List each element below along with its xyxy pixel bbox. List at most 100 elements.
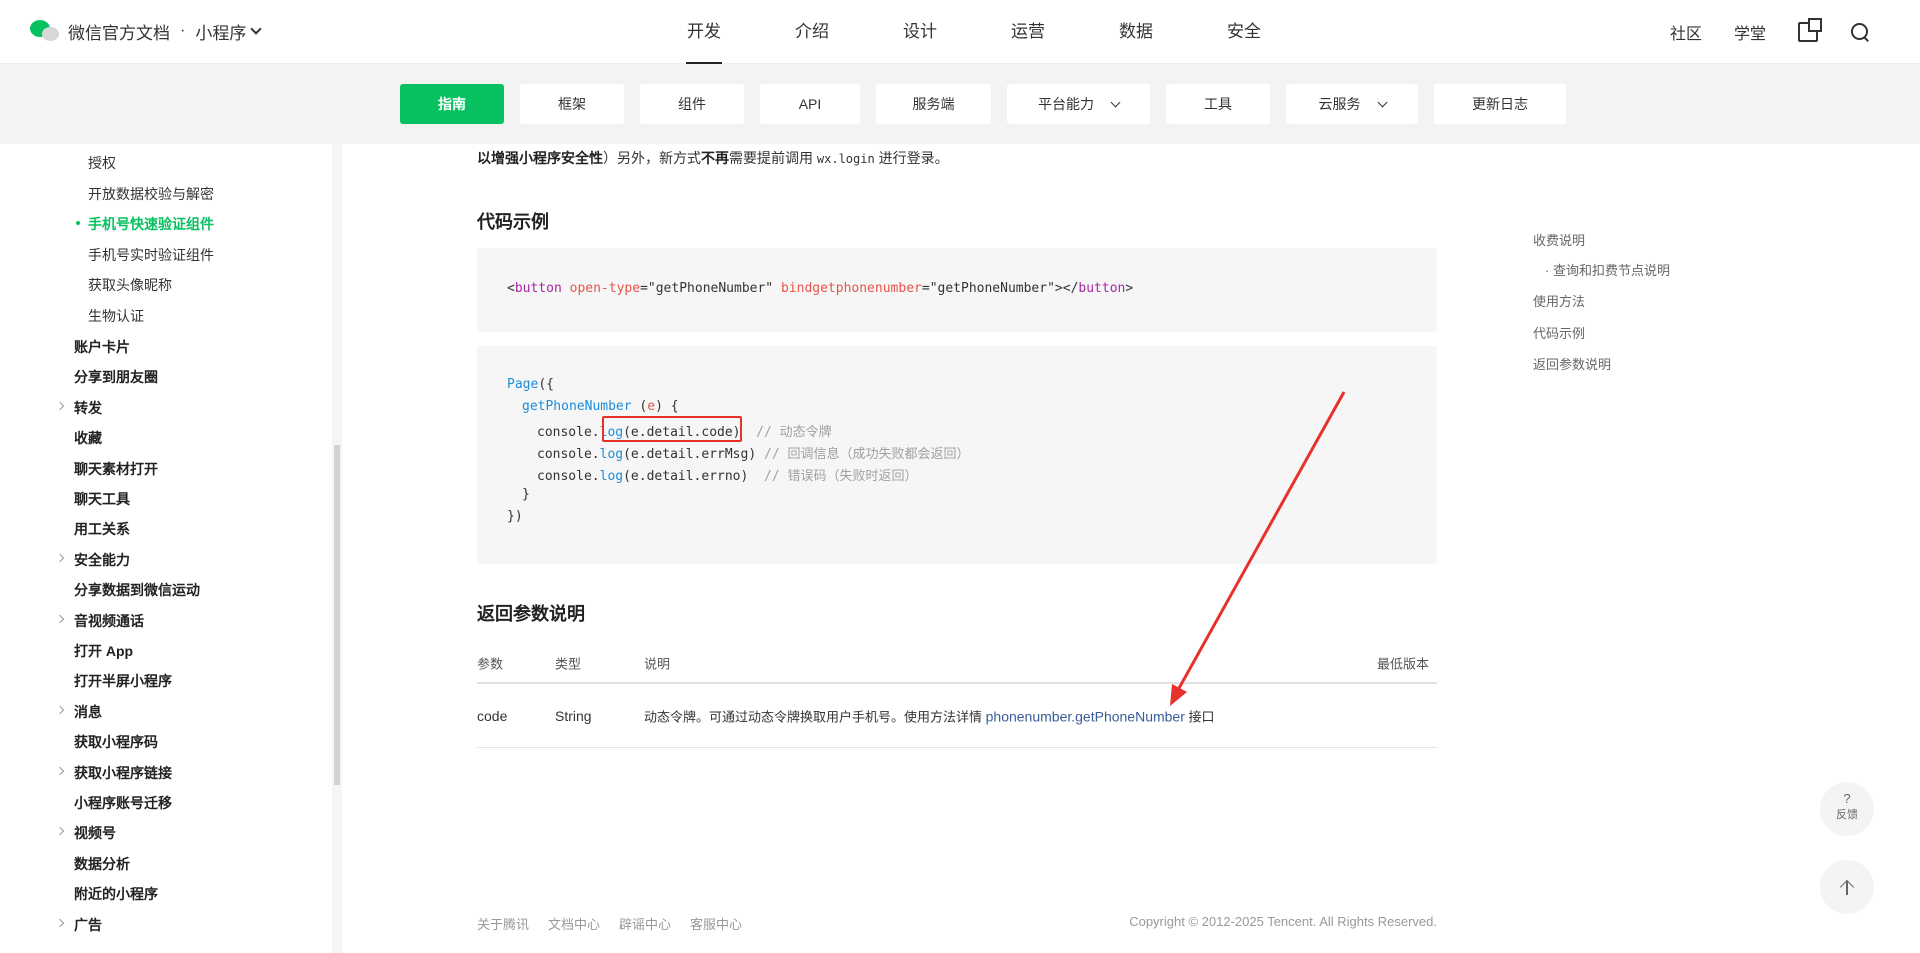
main-nav-item[interactable]: 安全 [1190,0,1298,64]
sub-tab[interactable]: 指南 [400,84,504,124]
sidebar: 授权开放数据校验与解密 手机号快速验证组件 手机号实时验证组件 获取头像昵称 生物认证账… [0,144,332,953]
toc-item[interactable]: 返回参数说明 [1533,354,1611,373]
code-line: }) [507,509,523,524]
sub-tab-label: 组件 [678,96,706,112]
sidebar-item[interactable]: 分享数据到微信运动 [74,580,200,600]
cell-param: code [477,707,508,724]
main-nav-item[interactable]: 介绍 [758,0,866,64]
sub-tab-label: 更新日志 [1472,96,1528,112]
code-block-js[interactable]: Page({ getPhoneNumber (e) { console.log(… [477,346,1437,564]
chevron-down-icon [1110,97,1121,107]
sidebar-sub-item[interactable]: 生物认证 [88,306,144,326]
chevron-right-icon[interactable] [55,827,65,836]
sidebar-sub-item[interactable]: 开放数据校验与解密 [88,184,214,204]
footer-links: 关于腾讯 文档中心 辟谣中心 客服中心 [477,914,742,933]
main-nav-item[interactable]: 设计 [866,0,974,64]
back-to-top-button[interactable] [1820,860,1874,914]
active-bullet-icon [76,221,80,225]
sub-tab[interactable]: 云服务 [1286,84,1418,124]
cell-type: String [555,707,592,724]
section-title-return-params: 返回参数说明 [477,604,585,624]
sidebar-item[interactable]: 附近的小程序 [74,884,158,904]
sub-tab[interactable]: 服务端 [876,84,991,124]
chevron-right-icon[interactable] [55,614,65,623]
sidebar-item[interactable]: 音视频通话 [74,611,144,631]
footer-link[interactable]: 关于腾讯 [477,914,529,933]
sidebar-sub-item[interactable]: 手机号实时验证组件 [88,245,214,265]
toc-item[interactable]: 代码示例 [1533,323,1585,342]
chevron-right-icon[interactable] [55,401,65,411]
sidebar-item[interactable]: 小程序账号迁移 [74,793,172,813]
sidebar-scrollbar-thumb[interactable] [334,445,340,785]
sidebar-item[interactable]: 分享到朋友圈 [74,367,158,387]
chevron-right-icon[interactable] [55,705,65,715]
code-block-wxml[interactable]: <button open-type="getPhoneNumber" bindg… [477,248,1437,332]
main-nav-item[interactable]: 运营 [974,0,1082,64]
footer-link[interactable]: 文档中心 [548,914,600,933]
sub-tab-label: 框架 [558,96,586,112]
sub-tab-label: 工具 [1204,96,1232,112]
main-nav-item[interactable]: 数据 [1082,0,1190,64]
product-switcher[interactable]: 小程序 [195,19,262,44]
footer-link[interactable]: 辟谣中心 [619,914,671,933]
sub-tab-label: 指南 [438,96,466,112]
sub-tab[interactable]: 工具 [1166,84,1270,124]
sidebar-item[interactable]: 聊天素材打开 [74,459,158,479]
product-label: 小程序 [195,23,247,43]
dev-tools-icon[interactable] [1798,18,1822,42]
chevron-right-icon[interactable] [55,918,65,927]
sidebar-sub-item[interactable]: 手机号快速验证组件 [88,214,214,234]
logo-text: 微信官方文档 [68,23,170,43]
search-icon[interactable] [1850,22,1870,42]
header-desc: 说明 [644,656,671,672]
toc-item[interactable]: · 查询和扣费节点说明 [1545,260,1670,279]
sidebar-item[interactable]: 获取小程序码 [74,732,158,752]
sidebar-item[interactable]: 用工关系 [74,519,130,539]
chevron-right-icon[interactable] [55,553,65,563]
sidebar-item[interactable]: 消息 [74,702,102,722]
sidebar-item[interactable]: 收藏 [74,428,102,448]
footer-link[interactable]: 客服中心 [690,914,742,933]
sidebar-item[interactable]: 聊天工具 [74,489,130,509]
sub-tab-label: 服务端 [912,96,955,112]
feedback-button[interactable]: ? 反馈 [1820,782,1874,836]
right-nav: 社区 学堂 [1670,0,1870,64]
sub-tab-label: 云服务 [1318,96,1361,112]
academy-link[interactable]: 学堂 [1734,20,1766,44]
sub-tab[interactable]: 组件 [640,84,744,124]
sidebar-sub-item[interactable]: 授权 [88,153,116,173]
sidebar-item[interactable]: 打开 App [74,641,133,661]
sidebar-item[interactable]: 获取小程序链接 [74,763,172,783]
logo-separator: · [180,22,186,39]
sidebar-item[interactable]: 账户卡片 [74,337,130,357]
sub-tab[interactable]: API [760,84,860,124]
table-header: 参数 类型 说明 最低版本 [477,644,1437,684]
toc-item[interactable]: 使用方法 [1533,291,1585,310]
sidebar-item[interactable]: 转发 [74,398,102,418]
logo[interactable]: 微信官方文档 · 小程序 [30,18,262,44]
code-line: } [522,487,530,502]
sidebar-sub-item[interactable]: 获取头像昵称 [88,275,172,295]
code-line: <button open-type="getPhoneNumber" bindg… [507,281,1134,296]
header-param: 参数 [477,656,504,672]
sidebar-item[interactable]: 视频号 [74,823,116,843]
sidebar-item[interactable]: 数据分析 [74,854,130,874]
sub-tab[interactable]: 平台能力 [1007,84,1150,124]
community-link[interactable]: 社区 [1670,20,1702,44]
sidebar-item[interactable]: 打开半屏小程序 [74,671,172,691]
toc-item[interactable]: 收费说明 [1533,230,1585,249]
sidebar-item[interactable]: 安全能力 [74,550,130,570]
sub-navigation-bar: 指南 框架 组件 API 服务端 平台能力 工具 云服务 更新日志 [0,64,1920,144]
sidebar-item[interactable]: 广告 [74,915,102,935]
header-type: 类型 [555,656,582,672]
code-line: Page({ [507,377,554,392]
help-icon: ? [1843,791,1851,806]
sub-tab[interactable]: 框架 [520,84,624,124]
chevron-right-icon[interactable] [55,766,65,775]
main-nav: 开发 介绍 设计 运营 数据 安全 [650,0,1298,64]
sub-tab[interactable]: 更新日志 [1434,84,1566,124]
chevron-down-icon [250,23,262,35]
main-nav-item[interactable]: 开发 [650,0,758,64]
getphonenumber-link[interactable]: phonenumber.getPhoneNumber [986,708,1185,724]
annotation-highlight-box [602,416,742,442]
